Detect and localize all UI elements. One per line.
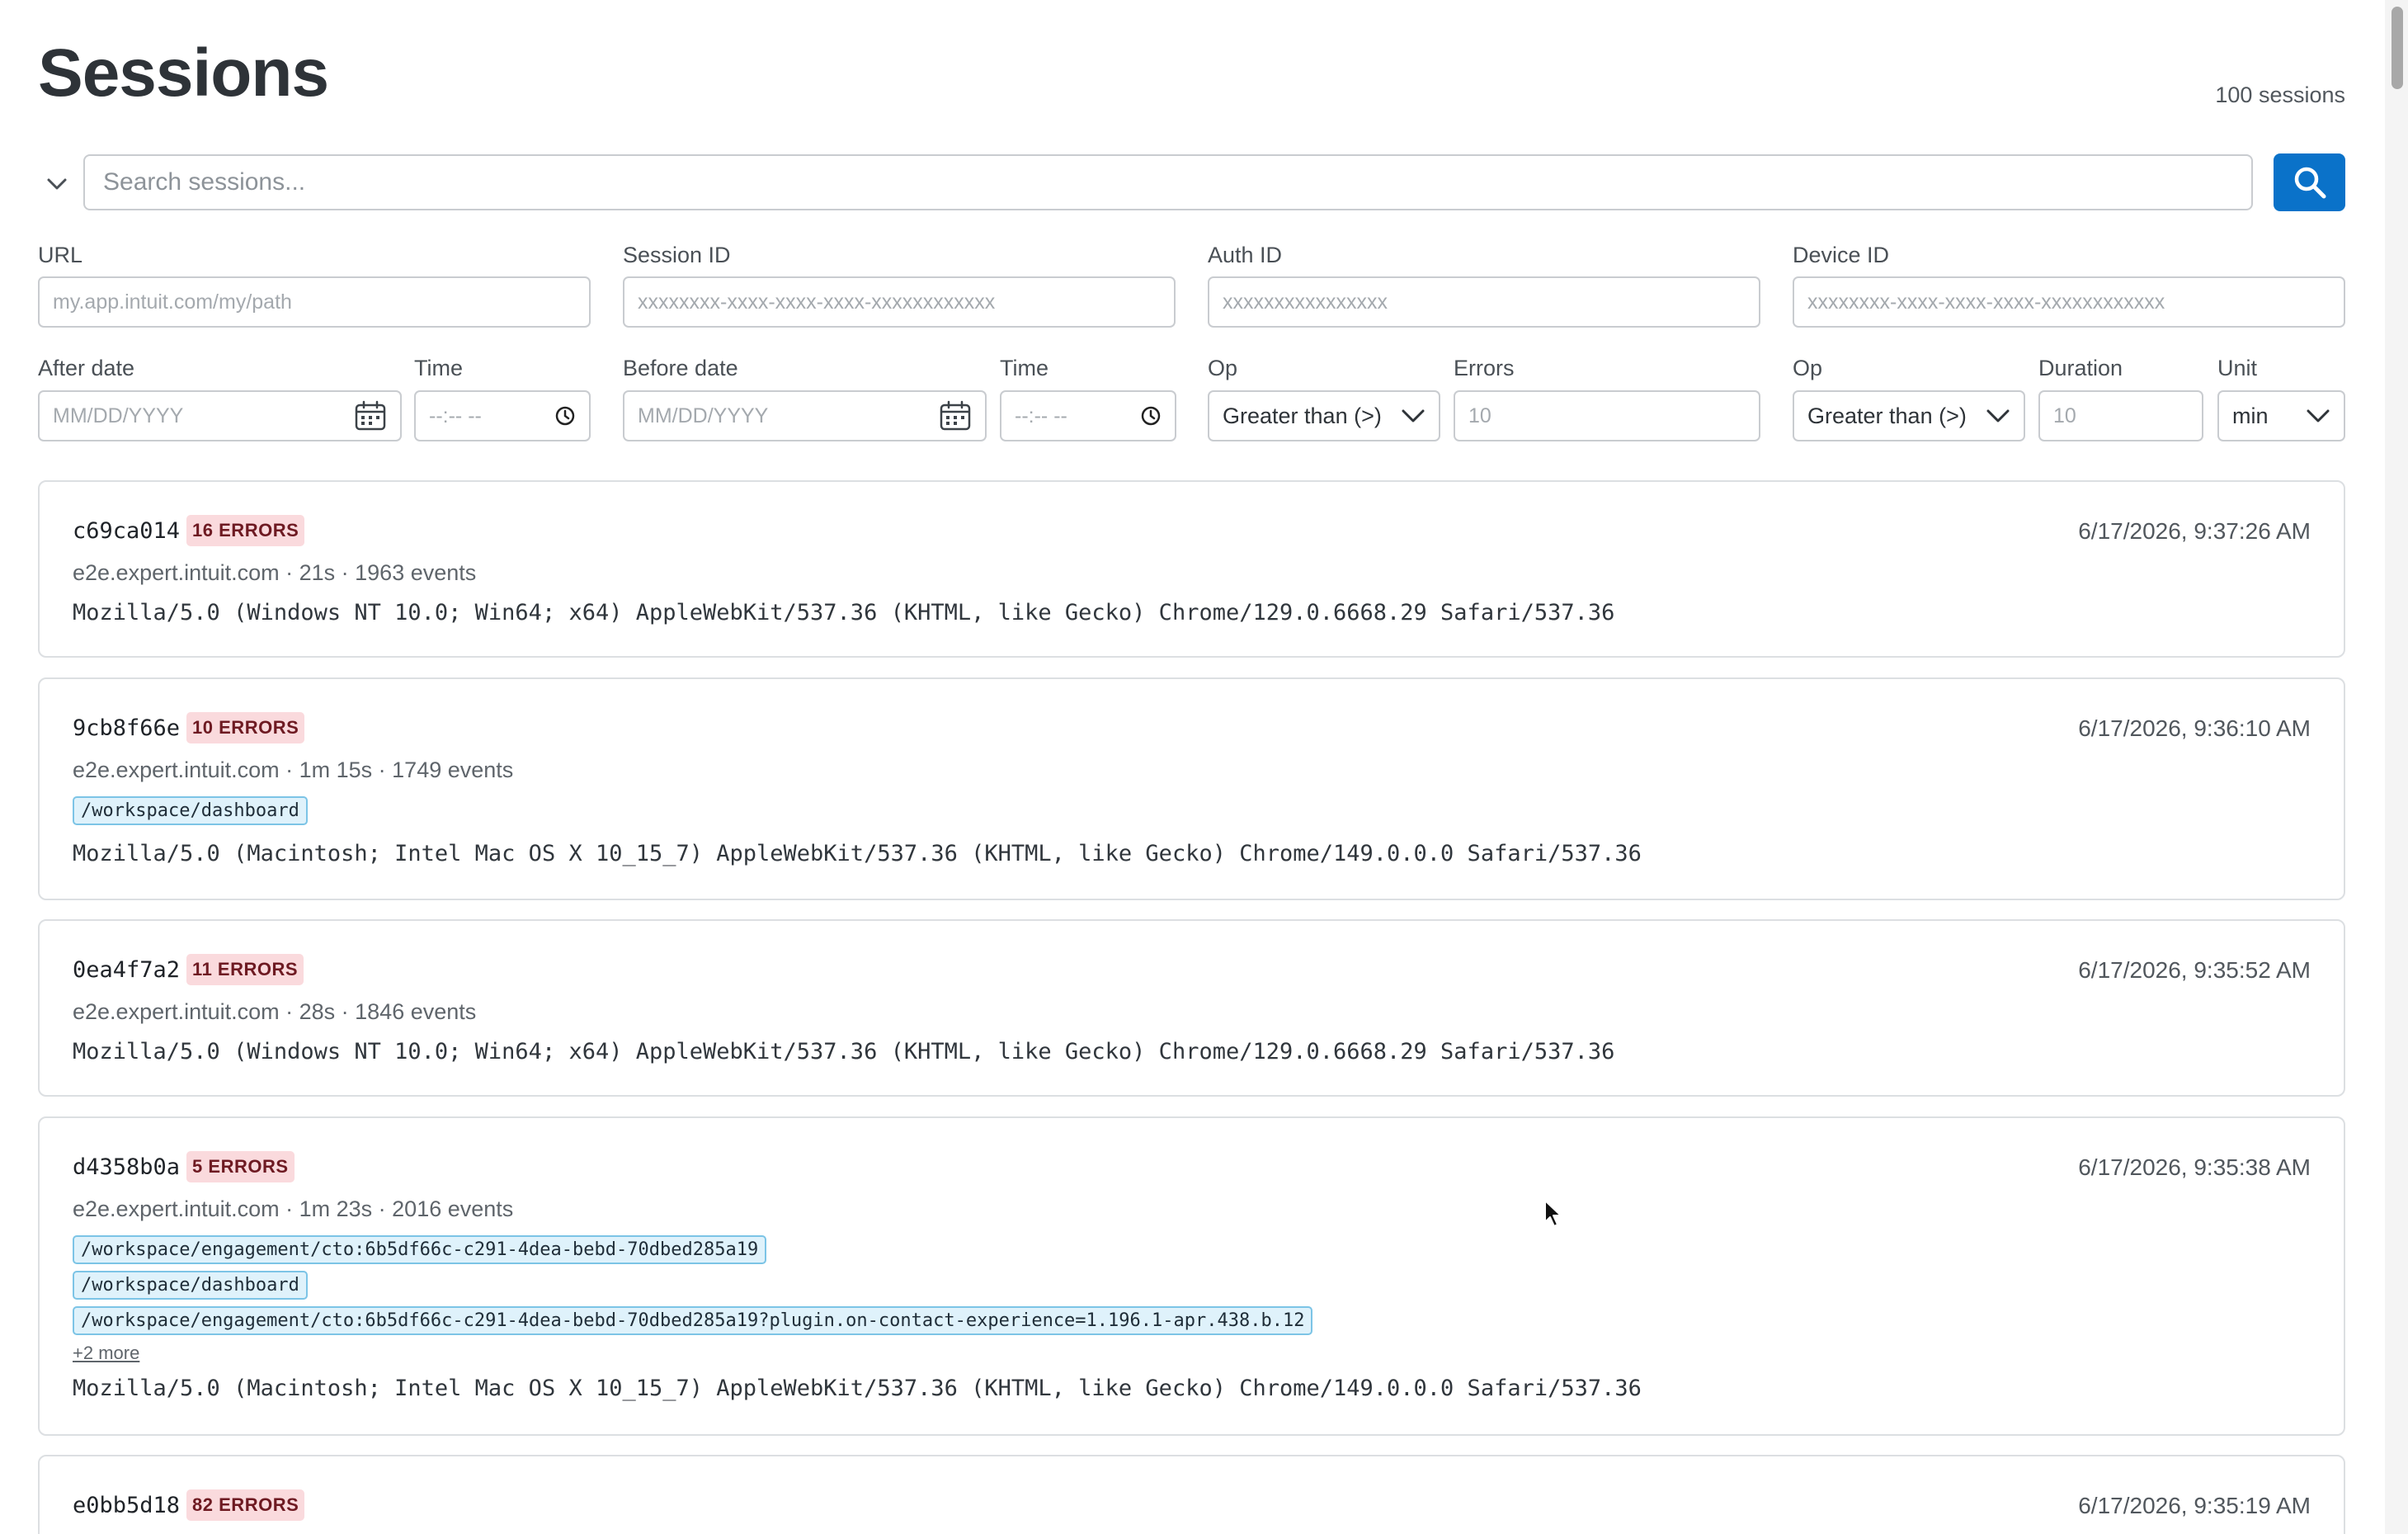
scrollbar-thumb[interactable]: [2392, 7, 2403, 89]
errors-label: Errors: [1454, 356, 1515, 380]
calendar-icon[interactable]: [354, 400, 387, 432]
after-date-field[interactable]: MM/DD/YYYY: [38, 390, 402, 441]
unit-label: Unit: [2217, 356, 2258, 380]
path-tag[interactable]: /workspace/engagement/cto:6b5df66c-c291-…: [73, 1306, 1313, 1335]
session-timestamp: 6/17/2026, 9:37:26 AM: [2078, 518, 2311, 544]
after-time-field[interactable]: --:-- --: [414, 390, 591, 441]
session-card[interactable]: d4358b0a 5 ERRORS 6/17/2026, 9:35:38 AM …: [38, 1116, 2345, 1436]
session-meta: e2e.expert.intuit.com · 21s · 1963 event…: [73, 560, 477, 585]
session-meta: e2e.expert.intuit.com · 28s · 1846 event…: [73, 999, 477, 1024]
before-time-placeholder: --:-- --: [1015, 404, 1067, 427]
error-count-badge: 10 ERRORS: [186, 712, 305, 743]
before-time-field[interactable]: --:-- --: [1000, 390, 1176, 441]
duration-op-value: Greater than (>): [1807, 403, 1967, 428]
session-timestamp: 6/17/2026, 9:35:19 AM: [2078, 1493, 2311, 1518]
unit-value: min: [2232, 403, 2269, 428]
filters-toggle-button[interactable]: [43, 170, 71, 198]
search-icon: [2293, 165, 2327, 200]
auth-id-field[interactable]: [1208, 276, 1760, 328]
user-agent: Mozilla/5.0 (Macintosh; Intel Mac OS X 1…: [73, 1376, 1642, 1401]
session-card[interactable]: 0ea4f7a2 11 ERRORS 6/17/2026, 9:35:52 AM…: [38, 919, 2345, 1097]
after-date-placeholder: MM/DD/YYYY: [53, 404, 184, 427]
chevron-down-icon: [1401, 408, 1425, 423]
session-id: d4358b0a: [73, 1154, 181, 1180]
search-button[interactable]: [2274, 153, 2345, 211]
more-paths-link[interactable]: +2 more: [73, 1343, 139, 1364]
device-id-field[interactable]: [1793, 276, 2345, 328]
session-card-header: 0ea4f7a2 11 ERRORS: [73, 954, 304, 985]
session-id: c69ca014: [73, 517, 181, 544]
session-card-header: e0bb5d18 82 ERRORS: [73, 1489, 305, 1521]
session-id: e0bb5d18: [73, 1492, 181, 1518]
errors-op-value: Greater than (>): [1223, 403, 1382, 428]
errors-op-label: Op: [1208, 356, 1238, 380]
before-time-label: Time: [1000, 356, 1048, 380]
chevron-down-icon: [46, 177, 68, 191]
session-card[interactable]: 9cb8f66e 10 ERRORS 6/17/2026, 9:36:10 AM…: [38, 677, 2345, 900]
clock-icon[interactable]: [554, 405, 576, 427]
duration-op-label: Op: [1793, 356, 1823, 380]
session-meta: e2e.expert.intuit.com · 1m 15s · 1749 ev…: [73, 758, 514, 782]
duration-label: Duration: [2038, 356, 2123, 380]
session-card-header: 9cb8f66e 10 ERRORS: [73, 712, 305, 743]
user-agent: Mozilla/5.0 (Windows NT 10.0; Win64; x64…: [73, 600, 1615, 625]
path-tag[interactable]: /workspace/dashboard: [73, 796, 308, 825]
page-title: Sessions: [38, 35, 329, 111]
session-meta: e2e.expert.intuit.com · 1m 23s · 2016 ev…: [73, 1197, 514, 1221]
session-card[interactable]: c69ca014 16 ERRORS 6/17/2026, 9:37:26 AM…: [38, 480, 2345, 658]
after-time-placeholder: --:-- --: [429, 404, 482, 427]
path-tag[interactable]: /workspace/dashboard: [73, 1271, 308, 1300]
url-field[interactable]: [38, 276, 591, 328]
session-card-header: d4358b0a 5 ERRORS: [73, 1151, 295, 1182]
after-date-label: After date: [38, 356, 135, 380]
session-timestamp: 6/17/2026, 9:36:10 AM: [2078, 715, 2311, 741]
mouse-cursor-icon: [1543, 1199, 1563, 1233]
user-agent: Mozilla/5.0 (Macintosh; Intel Mac OS X 1…: [73, 841, 1642, 866]
session-id: 0ea4f7a2: [73, 956, 181, 983]
errors-field[interactable]: [1454, 390, 1760, 441]
auth-id-label: Auth ID: [1208, 243, 1283, 267]
duration-op-select[interactable]: Greater than (>): [1793, 390, 2025, 441]
chevron-down-icon: [1986, 408, 2010, 423]
unit-select[interactable]: min: [2217, 390, 2345, 441]
before-date-placeholder: MM/DD/YYYY: [638, 404, 769, 427]
calendar-icon[interactable]: [939, 400, 972, 432]
session-card-header: c69ca014 16 ERRORS: [73, 515, 305, 546]
session-id-field[interactable]: [623, 276, 1176, 328]
sessions-page: Sessions 100 sessions URL Session ID Aut…: [0, 0, 2408, 1534]
session-timestamp: 6/17/2026, 9:35:52 AM: [2078, 957, 2311, 983]
before-date-label: Before date: [623, 356, 738, 380]
session-card[interactable]: e0bb5d18 82 ERRORS 6/17/2026, 9:35:19 AM: [38, 1455, 2345, 1534]
error-count-badge: 11 ERRORS: [186, 954, 304, 985]
session-id: 9cb8f66e: [73, 715, 181, 741]
after-time-label: Time: [414, 356, 463, 380]
session-count: 100 sessions: [2215, 83, 2345, 107]
duration-field[interactable]: [2038, 390, 2203, 441]
session-id-label: Session ID: [623, 243, 731, 267]
url-label: URL: [38, 243, 83, 267]
path-tag[interactable]: /workspace/engagement/cto:6b5df66c-c291-…: [73, 1235, 767, 1264]
user-agent: Mozilla/5.0 (Windows NT 10.0; Win64; x64…: [73, 1039, 1615, 1064]
clock-icon[interactable]: [1140, 405, 1162, 427]
error-count-badge: 16 ERRORS: [186, 515, 305, 546]
scrollbar[interactable]: [2385, 0, 2408, 1534]
device-id-label: Device ID: [1793, 243, 1890, 267]
errors-op-select[interactable]: Greater than (>): [1208, 390, 1440, 441]
search-input[interactable]: [83, 154, 2253, 210]
error-count-badge: 5 ERRORS: [186, 1151, 295, 1182]
session-timestamp: 6/17/2026, 9:35:38 AM: [2078, 1154, 2311, 1180]
error-count-badge: 82 ERRORS: [186, 1489, 305, 1521]
before-date-field[interactable]: MM/DD/YYYY: [623, 390, 987, 441]
chevron-down-icon: [2306, 408, 2330, 423]
